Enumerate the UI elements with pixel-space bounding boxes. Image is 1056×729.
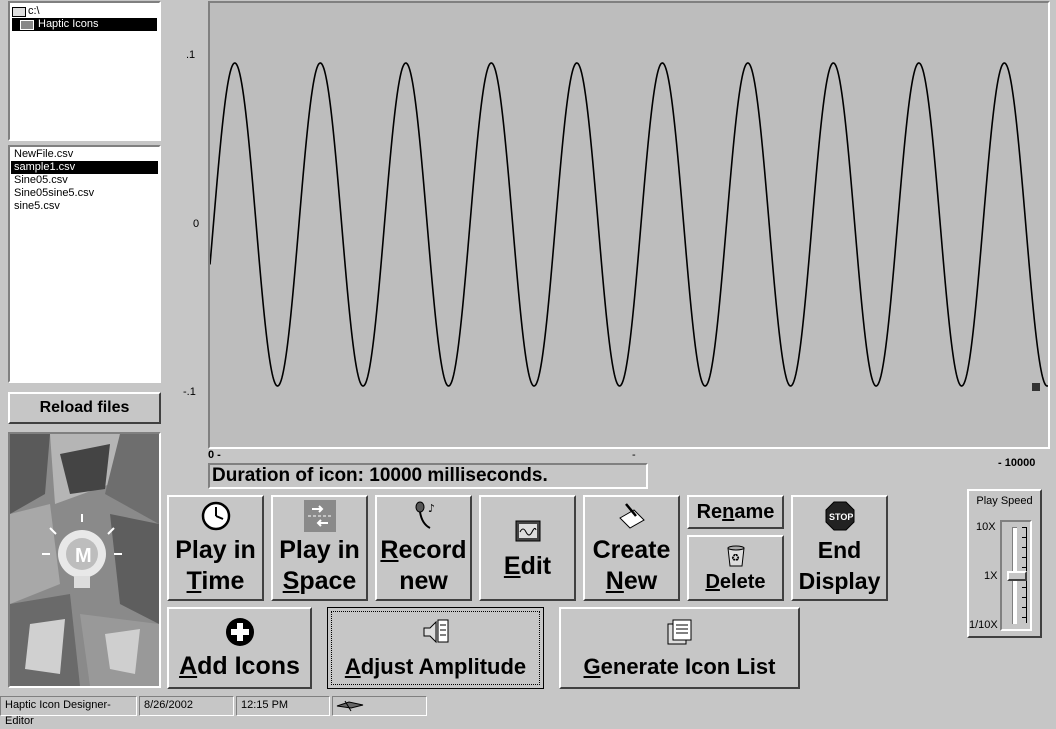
stop-sign-icon: STOP xyxy=(824,499,856,533)
create-hotkey: N xyxy=(605,567,624,595)
add-icons-label: dd Icons xyxy=(197,651,300,680)
folder-open-icon xyxy=(20,19,34,30)
generate-icon-list-button[interactable]: Generate Icon List xyxy=(559,607,800,689)
delete-label: elete xyxy=(719,571,766,593)
y-tick-label: -.1 xyxy=(183,386,196,398)
svg-text:♻: ♻ xyxy=(731,553,740,564)
play-in-time-hotkey: T xyxy=(186,567,202,595)
status-time: 12:15 PM xyxy=(236,696,330,716)
generate-label: enerate Icon List xyxy=(600,653,776,679)
y-tick-label: .1 xyxy=(186,49,196,61)
list-item[interactable]: sine5.csv xyxy=(11,200,158,213)
duration-text: Duration of icon: 10000 milliseconds. xyxy=(212,465,548,486)
status-app-name: Haptic Icon Designer-Editor xyxy=(0,696,137,727)
glider-icon xyxy=(336,700,364,712)
generate-hotkey: G xyxy=(583,653,601,679)
play-in-time-label-2: ime xyxy=(201,567,245,595)
list-item[interactable]: sample1.csv xyxy=(11,161,158,174)
list-item[interactable]: Sine05.csv xyxy=(11,174,158,187)
delete-hotkey: D xyxy=(705,571,720,593)
speed-label-10x: 10X xyxy=(976,521,996,533)
delete-button[interactable]: ♻ Delete xyxy=(687,535,784,601)
reload-files-button[interactable]: Reload files xyxy=(8,392,161,424)
speed-label-1x: 1X xyxy=(984,570,998,582)
tree-item-root[interactable]: c:\ xyxy=(12,5,157,18)
microphone-icon: ♪ xyxy=(408,499,440,533)
edit-hotkey: E xyxy=(503,551,521,580)
create-label-2: ew xyxy=(623,567,658,595)
play-speed-panel: Play Speed 10X 1X 1/10X xyxy=(967,489,1042,638)
notepad-icon xyxy=(616,499,648,533)
end-display-button[interactable]: STOP End Display xyxy=(791,495,888,601)
clock-icon xyxy=(200,499,232,533)
play-in-space-hotkey: S xyxy=(282,567,300,595)
stop-sign-text: STOP xyxy=(829,512,853,522)
speed-label-1-10x: 1/10X xyxy=(969,619,998,631)
edit-label: dit xyxy=(520,551,552,580)
recycle-bin-icon: ♻ xyxy=(725,542,747,568)
tree-item-label: c:\ xyxy=(28,5,40,17)
end-display-label-1: End xyxy=(817,537,862,563)
folder-tree[interactable]: c:\ Haptic Icons xyxy=(8,1,161,141)
add-icons-hotkey: A xyxy=(179,651,198,680)
tree-item-label: Haptic Icons xyxy=(38,18,99,30)
play-in-time-label-1: Play in xyxy=(175,536,256,564)
play-in-space-label-2: pace xyxy=(299,567,357,595)
haptic-logo: M xyxy=(8,432,161,688)
list-item[interactable]: Sine05sine5.csv xyxy=(11,187,158,200)
edit-button[interactable]: Edit xyxy=(479,495,576,601)
record-hotkey: R xyxy=(380,536,399,564)
arrows-icon xyxy=(303,499,336,533)
play-in-space-button[interactable]: Play in Space xyxy=(271,495,368,601)
x-tick-mid: - xyxy=(632,449,636,461)
status-icon-cell xyxy=(332,696,427,716)
play-speed-title: Play Speed xyxy=(976,495,1033,507)
monitor-icon xyxy=(512,515,544,549)
end-display-label-2: Display xyxy=(798,568,881,594)
rename-button[interactable]: Rename xyxy=(687,495,784,529)
create-new-button[interactable]: Create New xyxy=(583,495,680,601)
file-list-icon xyxy=(664,615,696,649)
waveform-line xyxy=(209,62,1049,387)
adjust-amplitude-button[interactable]: Adjust Amplitude xyxy=(327,607,544,689)
y-tick-label: 0 xyxy=(193,218,200,230)
plus-circle-icon xyxy=(224,615,256,649)
add-icons-button[interactable]: Add Icons xyxy=(167,607,312,689)
status-date: 8/26/2002 xyxy=(139,696,234,716)
svg-text:♪: ♪ xyxy=(428,502,435,515)
cursor-marker[interactable] xyxy=(1032,383,1040,391)
list-item[interactable]: NewFile.csv xyxy=(11,148,158,161)
duration-display: Duration of icon: 10000 milliseconds. xyxy=(208,463,648,489)
waveform-plot xyxy=(208,1,1050,449)
record-label-2: new xyxy=(399,567,448,595)
svg-text:M: M xyxy=(75,545,92,567)
tree-item-haptic-icons[interactable]: Haptic Icons xyxy=(12,18,157,31)
folder-open-icon xyxy=(12,6,26,17)
rename-label-pre: Re xyxy=(696,501,723,523)
x-tick-start: 0 - xyxy=(208,449,221,461)
play-in-time-button[interactable]: Play in Time xyxy=(167,495,264,601)
reload-files-label: Reload files xyxy=(39,399,130,416)
rename-label-post: ame xyxy=(734,501,775,523)
speed-slider-thumb[interactable] xyxy=(1007,571,1027,581)
file-list[interactable]: NewFile.csv sample1.csv Sine05.csv Sine0… xyxy=(8,145,161,383)
record-label-1: ecord xyxy=(398,536,467,564)
logo-artwork: M xyxy=(10,434,159,686)
waveform-svg xyxy=(209,62,1049,391)
x-tick-end: - 10000 xyxy=(998,457,1036,469)
record-new-button[interactable]: ♪ Record new xyxy=(375,495,472,601)
rename-hotkey: n xyxy=(722,501,735,523)
create-label-1: Create xyxy=(592,536,671,564)
play-in-space-label-1: Play in xyxy=(279,536,360,564)
